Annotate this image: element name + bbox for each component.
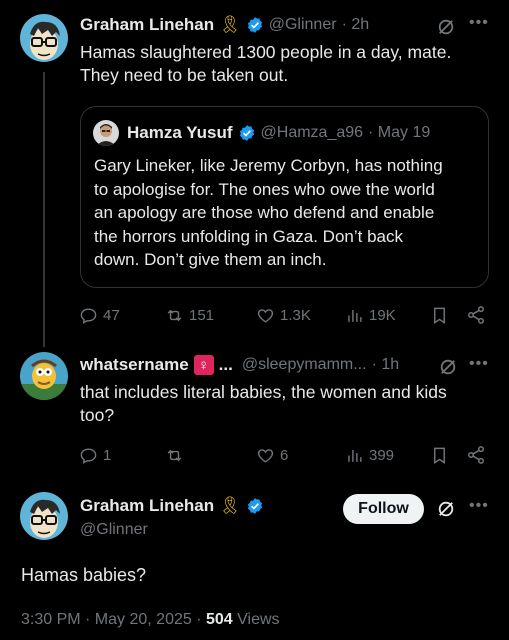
author-name[interactable]: whatsername — [80, 355, 189, 375]
repost-count: 151 — [189, 307, 215, 324]
avatar-whatsername[interactable] — [20, 352, 68, 400]
avatar-image — [20, 352, 68, 400]
author-handle[interactable]: @Glinner — [80, 521, 148, 539]
tweet2-text: that includes literal babies, the women … — [80, 381, 500, 427]
reply-icon — [80, 308, 97, 324]
tweet2-header: whatsername ♀ ... @sleepymamm... · 1h — [80, 355, 399, 375]
main-tweet-text: Hamas babies? — [21, 565, 147, 585]
quote-header: Hamza Yusuf @Hamza_a96 · May 19 — [127, 123, 430, 143]
like-button[interactable]: 1.3K — [256, 306, 311, 325]
heart-icon — [257, 449, 274, 463]
quote-text-line: an apology are those who defend and enab… — [94, 203, 435, 222]
more-options-icon[interactable]: ••• — [469, 14, 489, 32]
timestamp[interactable]: 3:30 PM · May 20, 2025 · — [21, 611, 206, 628]
tweet1-text-line: They need to be taken out. — [80, 65, 289, 85]
avatar-image — [20, 14, 68, 62]
quote-author-name[interactable]: Hamza Yusuf — [127, 123, 233, 143]
thread-connector — [43, 72, 45, 347]
grok-icon[interactable] — [439, 358, 457, 376]
reply-button[interactable]: 1 — [79, 446, 111, 465]
view-count: 399 — [369, 447, 395, 464]
bookmark-icon[interactable] — [430, 306, 449, 325]
reply-button[interactable]: 47 — [79, 306, 120, 325]
author-handle[interactable]: @sleepymamm... — [242, 356, 367, 374]
female-sign-icon: ♀ — [193, 355, 214, 375]
quote-text-line: Gary Lineker, like Jeremy Corbyn, has no… — [94, 156, 443, 175]
quote-text-line: the horrors unfolding in Gaza. Don’t bac… — [94, 226, 404, 246]
grok-icon[interactable] — [437, 500, 455, 518]
tweet-time[interactable]: · 2h — [342, 16, 370, 34]
views-button[interactable]: 19K — [345, 306, 396, 325]
share-icon[interactable] — [466, 305, 486, 325]
repost-icon — [167, 309, 182, 322]
tweet1-text-line: Hamas slaughtered 1300 people in a day, … — [80, 42, 452, 62]
avatar-image — [20, 492, 68, 540]
repost-button[interactable]: 151 — [165, 306, 214, 325]
repost-button[interactable] — [165, 446, 189, 465]
main-header: Graham Linehan 🎗 — [80, 496, 264, 516]
grok-icon[interactable] — [437, 18, 455, 36]
ribbon-icon: 🎗 — [219, 15, 241, 34]
verified-badge-icon — [239, 125, 254, 141]
tweet1-text: Hamas slaughtered 1300 people in a day, … — [80, 41, 500, 87]
like-count: 6 — [280, 447, 289, 464]
verified-badge-icon — [247, 498, 262, 514]
quote-author-handle[interactable]: @Hamza_a96 — [261, 124, 364, 142]
bookmark-icon[interactable] — [430, 446, 449, 465]
name-truncation: ... — [218, 355, 233, 374]
analytics-icon — [348, 309, 362, 322]
tweet2-text-line: that includes literal babies, the women … — [80, 382, 447, 402]
view-count: 19K — [369, 307, 396, 324]
author-name[interactable]: Graham Linehan — [80, 15, 214, 35]
more-options-icon[interactable]: ••• — [469, 355, 489, 373]
views-label: Views — [232, 611, 280, 628]
avatar-graham-linehan[interactable] — [20, 492, 68, 540]
quote-text-line: to apologise for. The ones who owe the w… — [94, 179, 435, 199]
more-options-icon[interactable]: ••• — [469, 497, 489, 515]
quote-time[interactable]: · May 19 — [368, 124, 430, 142]
analytics-icon — [348, 449, 362, 462]
share-icon[interactable] — [466, 445, 486, 465]
ribbon-icon: 🎗 — [219, 496, 241, 515]
like-count: 1.3K — [280, 307, 311, 324]
tweet-time[interactable]: · 1h — [372, 356, 400, 374]
views-count: 504 — [205, 611, 233, 628]
quote-text-line: down. Don’t give them an inch. — [94, 250, 327, 269]
quote-text: Gary Lineker, like Jeremy Corbyn, has no… — [94, 154, 484, 272]
avatar-hamza-yusuf[interactable] — [93, 120, 119, 146]
views-button[interactable]: 399 — [345, 446, 394, 465]
follow-button[interactable]: Follow — [343, 494, 424, 524]
tweet2-text-line: too? — [80, 405, 115, 425]
quoted-tweet[interactable]: Hamza Yusuf @Hamza_a96 · May 19 Gary Lin… — [80, 106, 489, 288]
author-handle[interactable]: @Glinner — [269, 16, 337, 34]
like-button[interactable]: 6 — [256, 446, 288, 465]
verified-badge-icon — [247, 17, 262, 33]
reply-count: 47 — [103, 307, 120, 324]
avatar-graham-linehan[interactable] — [20, 14, 68, 62]
tweet1-header: Graham Linehan 🎗 @Glinner · 2h — [80, 15, 369, 35]
reply-count: 1 — [103, 447, 112, 464]
author-name[interactable]: Graham Linehan — [80, 496, 214, 516]
main-timestamp-row: 3:30 PM · May 20, 2025 · 504 Views — [21, 611, 280, 629]
reply-icon — [80, 448, 97, 464]
avatar-image — [93, 120, 119, 146]
heart-icon — [257, 309, 274, 323]
repost-icon — [167, 449, 182, 462]
